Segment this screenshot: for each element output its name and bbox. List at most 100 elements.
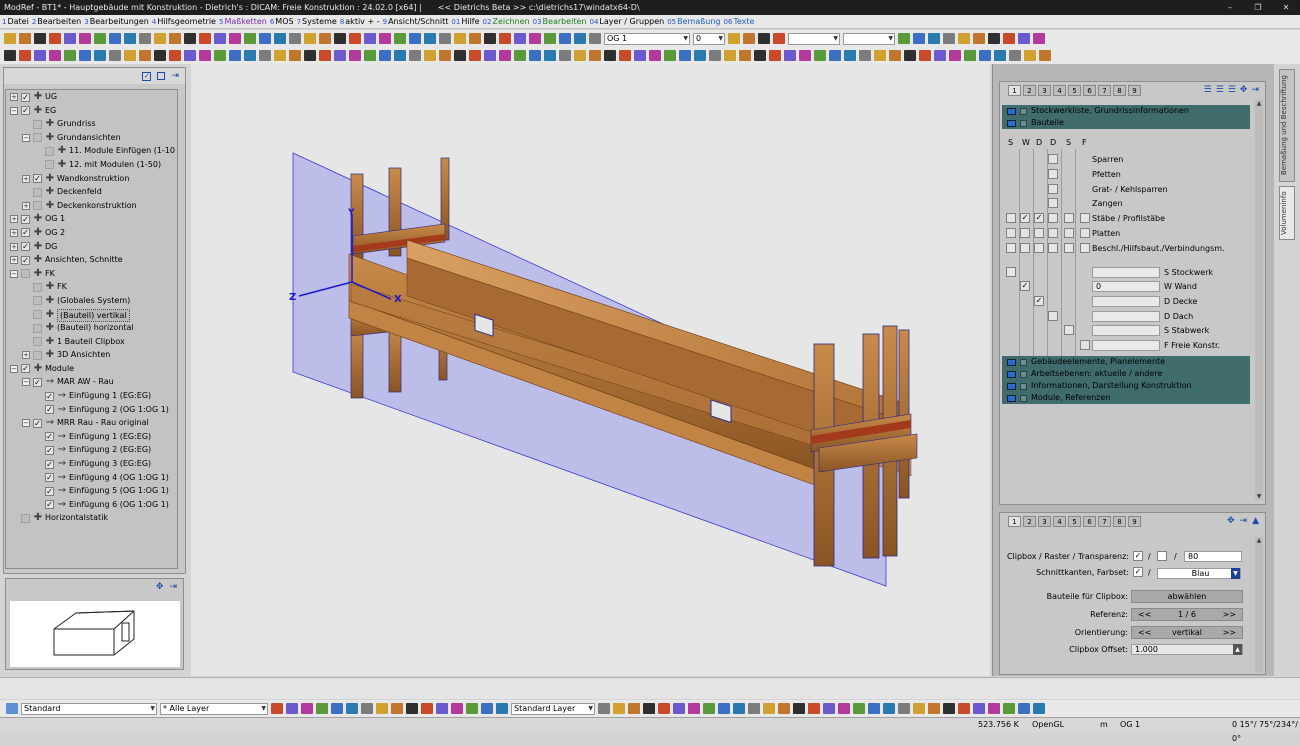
farbset-select[interactable]: Blau ▼ bbox=[1157, 568, 1241, 579]
expand-icon[interactable]: + bbox=[10, 228, 18, 237]
tree-item[interactable]: ✓ ⇝ Einfügung 1 (EG:EG) bbox=[6, 430, 177, 444]
tool-icon[interactable] bbox=[34, 50, 46, 61]
tool-icon[interactable] bbox=[544, 33, 556, 44]
tool-icon[interactable] bbox=[421, 703, 433, 714]
tool-icon[interactable] bbox=[988, 703, 1000, 714]
tool-icon[interactable] bbox=[763, 703, 775, 714]
toggle-icon[interactable] bbox=[1020, 382, 1027, 390]
offset-field[interactable]: 1.000 ▲ bbox=[1131, 644, 1243, 655]
tree-item[interactable]: ✚ Grundriss bbox=[6, 117, 177, 131]
menu-item[interactable]: 05Bemaßung bbox=[667, 17, 720, 26]
tool-icon[interactable] bbox=[64, 50, 76, 61]
bauteil-checkbox[interactable] bbox=[1048, 228, 1058, 238]
tool-icon[interactable] bbox=[34, 33, 46, 44]
field-input[interactable] bbox=[1092, 325, 1160, 336]
close-button[interactable]: ✕ bbox=[1272, 0, 1300, 15]
field-checkbox[interactable]: ✓ bbox=[1020, 281, 1030, 291]
visibility-checkbox[interactable]: ✓ bbox=[21, 214, 30, 224]
bauteil-checkbox[interactable] bbox=[1020, 243, 1030, 253]
tab-volumeninfo[interactable]: Volumeninfo bbox=[1279, 186, 1295, 240]
tool-icon[interactable] bbox=[728, 33, 740, 44]
raster-checkbox[interactable] bbox=[1157, 551, 1167, 561]
tool-icon[interactable] bbox=[814, 50, 826, 61]
bauteil-checkbox[interactable] bbox=[1064, 228, 1074, 238]
tool-icon[interactable] bbox=[529, 50, 541, 61]
tool-icon[interactable] bbox=[484, 50, 496, 61]
tool-icon[interactable] bbox=[496, 703, 508, 714]
tree-item[interactable]: ✚ (Bauteil) vertikal bbox=[6, 308, 177, 322]
visibility-checkbox[interactable] bbox=[33, 323, 42, 333]
visibility-checkbox[interactable] bbox=[33, 310, 42, 319]
tool-icon[interactable] bbox=[514, 33, 526, 44]
tool-icon[interactable] bbox=[406, 703, 418, 714]
tool-icon[interactable] bbox=[229, 33, 241, 44]
tool-icon[interactable] bbox=[481, 703, 493, 714]
tool-icon[interactable] bbox=[424, 33, 436, 44]
collapse-icon[interactable]: − bbox=[10, 269, 18, 278]
menu-item[interactable]: 3Bearbeitungen bbox=[84, 17, 149, 26]
tool-icon[interactable] bbox=[334, 50, 346, 61]
tool-icon[interactable] bbox=[964, 50, 976, 61]
minimize-button[interactable]: – bbox=[1216, 0, 1244, 15]
tool-icon[interactable] bbox=[439, 33, 451, 44]
tool-icon[interactable] bbox=[271, 703, 283, 714]
tool-icon[interactable] bbox=[748, 703, 760, 714]
list-icon[interactable]: ☰ bbox=[1204, 85, 1212, 95]
tool-icon[interactable] bbox=[784, 50, 796, 61]
tool-icon[interactable] bbox=[1018, 33, 1030, 44]
tab-7[interactable]: 7 bbox=[1098, 85, 1111, 96]
tool-icon[interactable] bbox=[649, 50, 661, 61]
bauteil-checkbox[interactable]: ✓ bbox=[1034, 213, 1044, 223]
field-checkbox[interactable] bbox=[1064, 325, 1074, 335]
tool-icon[interactable] bbox=[331, 703, 343, 714]
menu-item[interactable]: 06Texte bbox=[724, 17, 755, 26]
field-checkbox[interactable] bbox=[1048, 311, 1058, 321]
expand-icon[interactable]: + bbox=[22, 201, 30, 210]
tool-icon[interactable] bbox=[304, 50, 316, 61]
collapse-icon[interactable]: − bbox=[22, 419, 30, 428]
tool-icon[interactable] bbox=[743, 33, 755, 44]
tool-icon[interactable] bbox=[928, 33, 940, 44]
tree-item[interactable]: ✓ ⇝ Einfügung 1 (EG:EG) bbox=[6, 389, 177, 403]
tool-icon[interactable] bbox=[853, 703, 865, 714]
section-header[interactable]: Bauteile bbox=[1002, 117, 1250, 129]
tool-icon[interactable] bbox=[703, 703, 715, 714]
tool-icon[interactable] bbox=[733, 703, 745, 714]
tool-icon[interactable] bbox=[694, 50, 706, 61]
tool-icon[interactable] bbox=[4, 33, 16, 44]
tool-icon[interactable] bbox=[244, 50, 256, 61]
tool-icon[interactable] bbox=[943, 703, 955, 714]
pin-icon[interactable]: ⇥ bbox=[171, 71, 179, 81]
collapse-icon[interactable]: − bbox=[22, 133, 30, 142]
tool-icon[interactable] bbox=[199, 50, 211, 61]
settings-icon[interactable] bbox=[6, 703, 18, 714]
menu-item[interactable]: 01Hilfe bbox=[451, 17, 479, 26]
tool-icon[interactable] bbox=[634, 50, 646, 61]
bauteil-checkbox[interactable] bbox=[1080, 213, 1090, 223]
expand-icon[interactable] bbox=[1007, 394, 1016, 402]
tool-icon[interactable] bbox=[688, 703, 700, 714]
tool-icon[interactable] bbox=[214, 50, 226, 61]
tool-icon[interactable] bbox=[799, 50, 811, 61]
tool-icon[interactable] bbox=[604, 50, 616, 61]
tab-9[interactable]: 9 bbox=[1128, 85, 1141, 96]
tool-icon[interactable] bbox=[436, 703, 448, 714]
tab-6[interactable]: 6 bbox=[1083, 85, 1096, 96]
tool-icon[interactable] bbox=[643, 703, 655, 714]
bauteil-checkbox[interactable] bbox=[1064, 243, 1074, 253]
section-header[interactable]: Gebäudeelemente, Planelemente bbox=[1002, 356, 1250, 368]
tool-icon[interactable] bbox=[379, 50, 391, 61]
tree-item[interactable]: ✚ Deckenfeld bbox=[6, 185, 177, 199]
bauteil-checkbox[interactable] bbox=[1020, 228, 1030, 238]
scrollbar[interactable]: ▲ bbox=[1255, 537, 1263, 673]
orientierung-prev-button[interactable]: << bbox=[1138, 627, 1151, 638]
list-icon[interactable]: ☰ bbox=[1216, 85, 1224, 95]
tool-icon[interactable] bbox=[679, 50, 691, 61]
square-icon[interactable] bbox=[157, 72, 166, 80]
style-select[interactable]: Standard bbox=[21, 702, 157, 715]
tool-icon[interactable] bbox=[451, 703, 463, 714]
menu-item[interactable]: 2Bearbeiten bbox=[32, 17, 81, 26]
tool-icon[interactable] bbox=[19, 33, 31, 44]
bauteil-checkbox[interactable] bbox=[1064, 213, 1074, 223]
bauteil-checkbox[interactable] bbox=[1034, 228, 1044, 238]
